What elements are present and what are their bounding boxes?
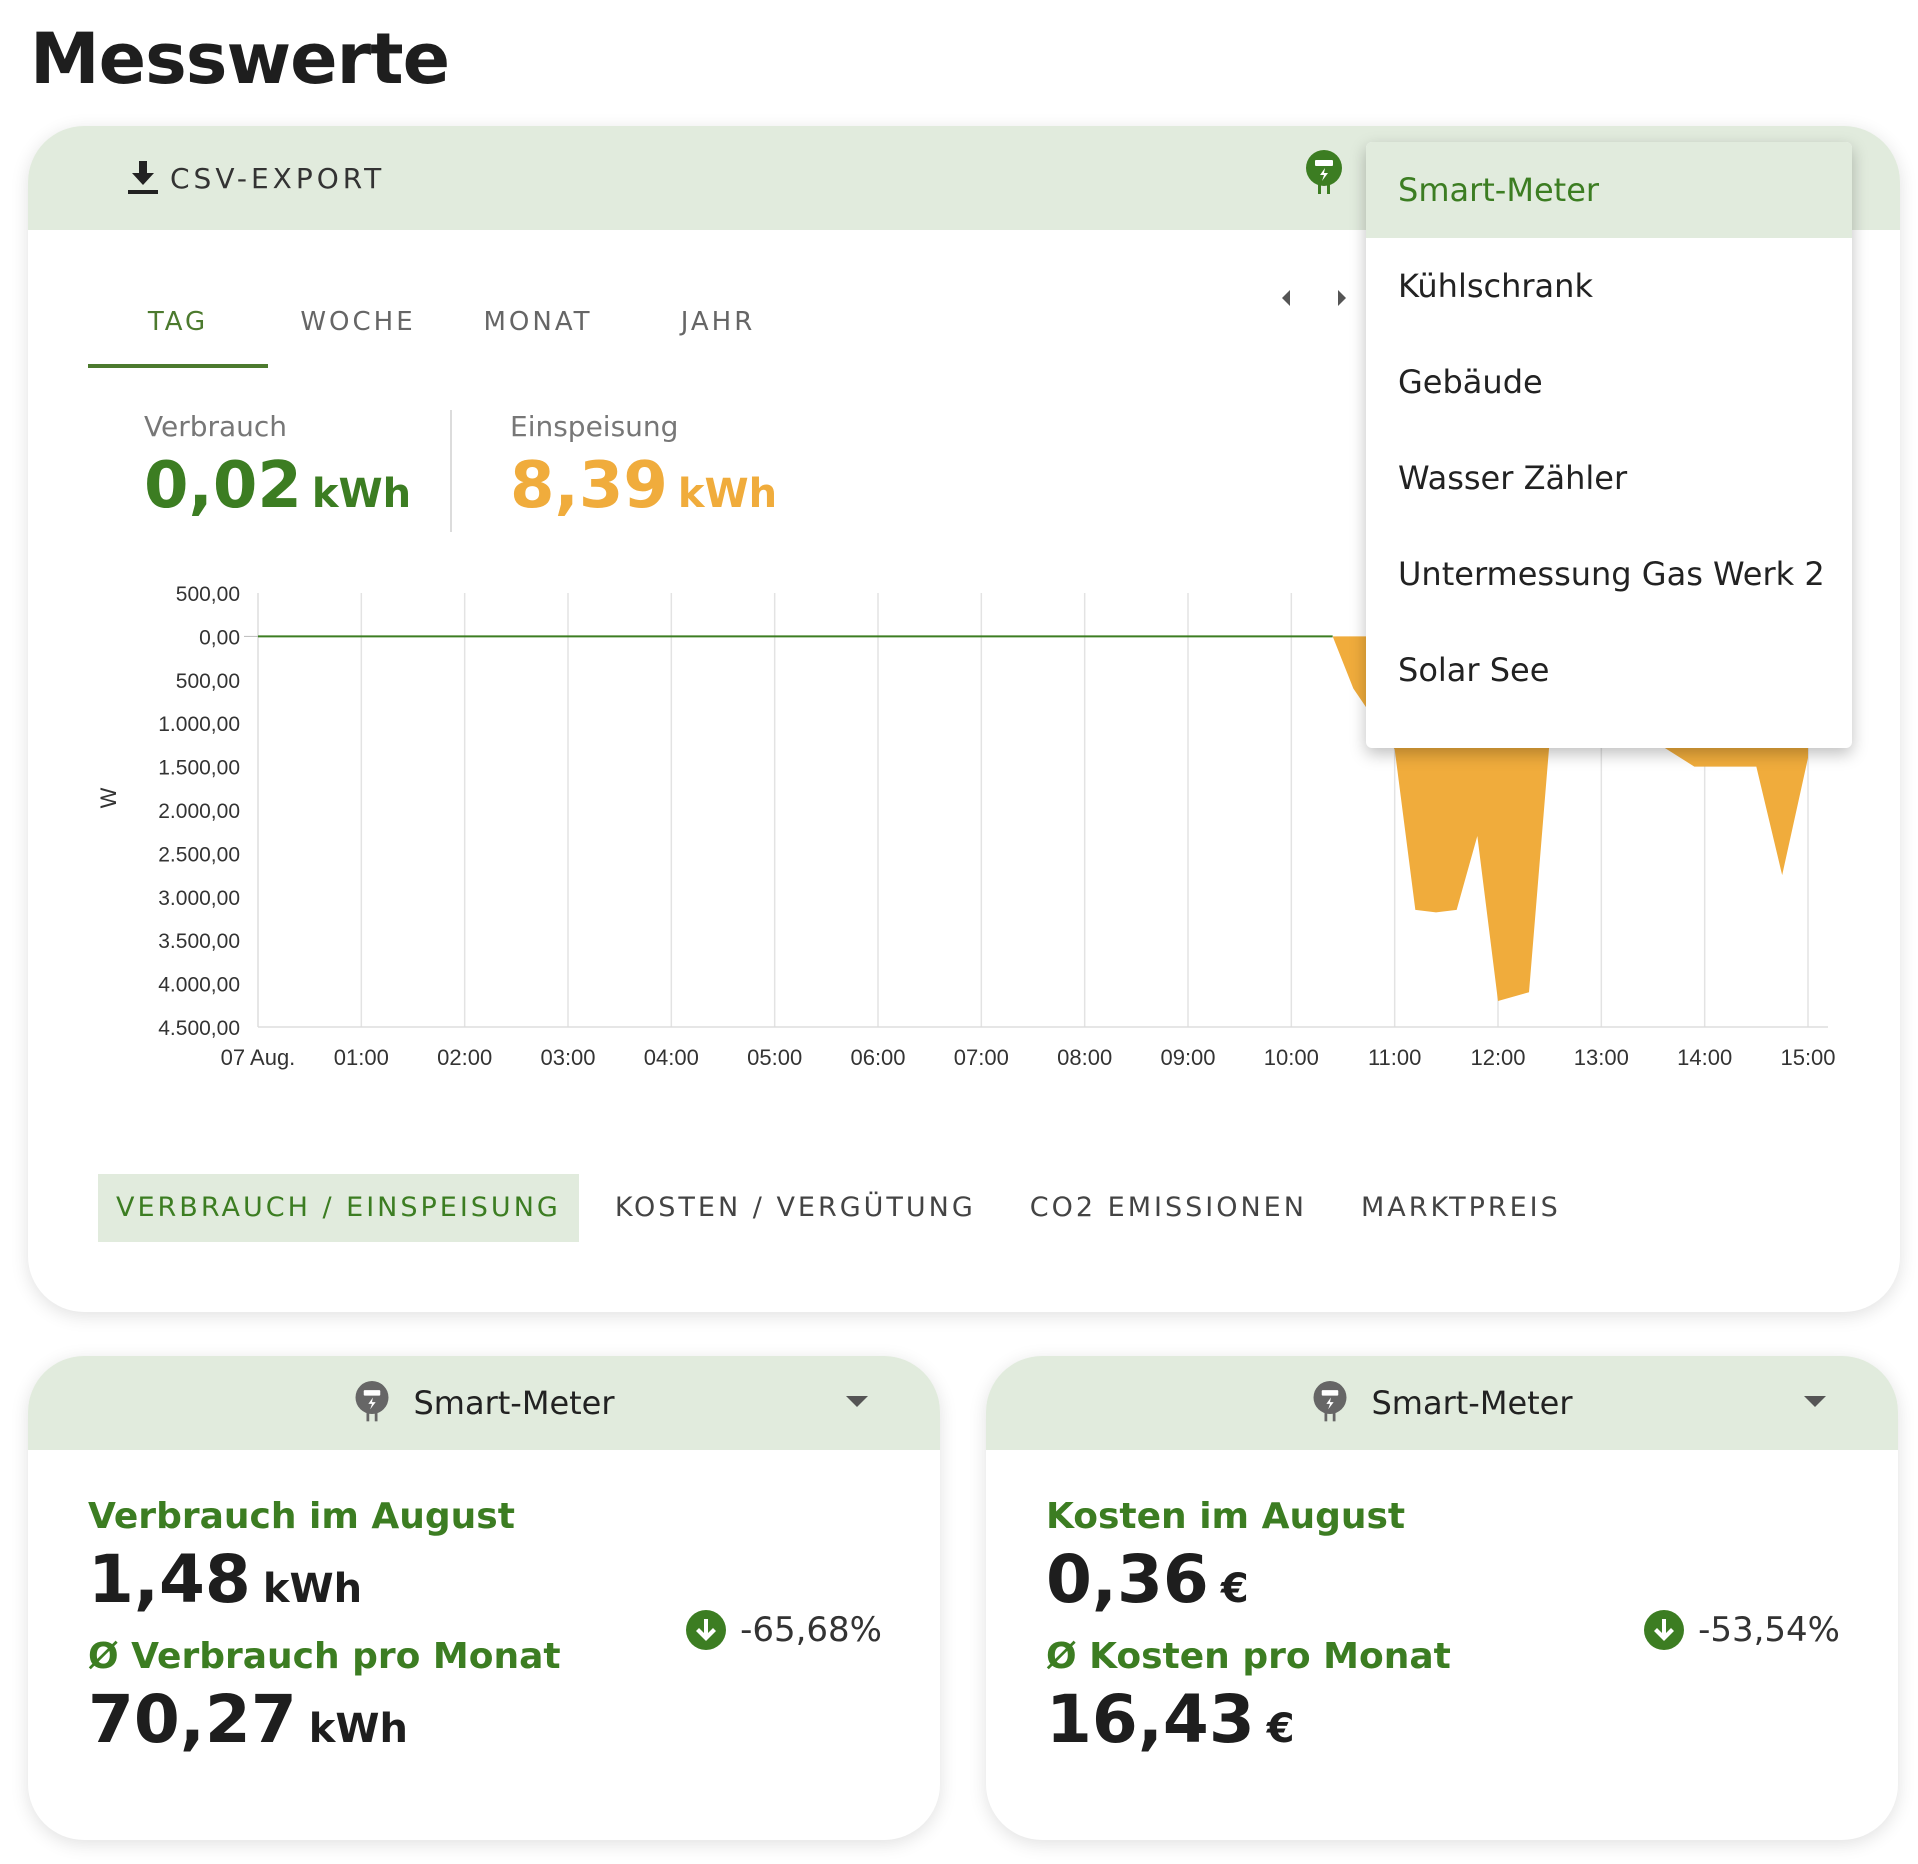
y-tick-label: 2.000,00: [158, 800, 240, 823]
costs-change: -53,54%: [1644, 1610, 1840, 1650]
meter-select-label: Smart-Meter: [413, 1384, 615, 1422]
x-tick-label: 04:00: [644, 1045, 699, 1070]
y-tick-label: 3.000,00: [158, 887, 240, 910]
csv-export-label: CSV-EXPORT: [170, 161, 386, 195]
costs-summary-card: Smart-Meter Kosten im August 0,36 € Ø Kos…: [986, 1356, 1898, 1840]
y-tick-label: 500,00: [176, 670, 240, 693]
costs-summary: Kosten im August 0,36 € Ø Kosten pro Mona…: [1046, 1496, 1451, 1776]
avg-costs-label: Ø Kosten pro Monat: [1046, 1636, 1451, 1677]
feed-in-unit: kWh: [677, 471, 778, 517]
consumption-change-value: -65,68%: [740, 1610, 882, 1650]
x-tick-label: 08:00: [1057, 1045, 1112, 1070]
x-tick-label: 01:00: [334, 1045, 389, 1070]
x-tick-label: 15:00: [1780, 1045, 1835, 1070]
arrow-down-circle-icon: [1644, 1610, 1685, 1650]
meter-select[interactable]: Smart-Meter: [28, 1356, 940, 1450]
meter-icon: [355, 1381, 389, 1422]
x-tick-label: 07 Aug.: [221, 1045, 296, 1070]
chevron-down-icon: [846, 1396, 868, 1407]
y-tick-label: 4.500,00: [158, 1017, 240, 1040]
tab-costs-compensation[interactable]: KOSTEN / VERGÜTUNG: [597, 1174, 994, 1242]
menu-item-fridge[interactable]: Kühlschrank: [1366, 238, 1852, 334]
period-navigation: [1274, 286, 1354, 310]
menu-item-water-meter[interactable]: Wasser Zähler: [1366, 430, 1852, 526]
y-tick-label: 1.500,00: [158, 757, 240, 780]
x-tick-label: 14:00: [1677, 1045, 1732, 1070]
csv-export-button[interactable]: CSV-EXPORT: [128, 156, 385, 200]
menu-item-smart-meter[interactable]: Smart-Meter: [1366, 142, 1852, 238]
avg-consumption-unit: kWh: [308, 1706, 408, 1752]
x-tick-label: 06:00: [850, 1045, 905, 1070]
consumption-value: 0,02: [144, 449, 302, 523]
arrow-down-circle-icon: [686, 1610, 727, 1650]
meter-select[interactable]: Smart-Meter: [986, 1356, 1898, 1450]
tab-co2-emissions[interactable]: CO2 EMISSIONEN: [1012, 1174, 1325, 1242]
y-tick-label: 0,00: [199, 626, 240, 649]
x-tick-label: 11:00: [1368, 1045, 1421, 1070]
y-tick-label: 3.500,00: [158, 930, 240, 953]
chevron-left-icon: [1282, 290, 1290, 306]
feed-in-value: 8,39: [510, 449, 668, 523]
meter-dropdown-menu: Smart-Meter Kühlschrank Gebäude Wasser Z…: [1366, 142, 1852, 748]
consumption-month-value: 1,48: [88, 1541, 251, 1618]
chevron-down-icon: [1804, 1396, 1826, 1407]
y-tick-label: 2.500,00: [158, 843, 240, 866]
previous-period-button[interactable]: [1274, 286, 1298, 310]
download-icon: [128, 161, 158, 194]
stat-divider: [450, 410, 452, 532]
x-axis: 07 Aug. 01:00 02:00 03:00 04:00 05:00 06:00 07:…: [221, 1045, 1836, 1070]
tab-market-price[interactable]: MARKTPREIS: [1343, 1174, 1579, 1242]
x-tick-label: 05:00: [747, 1045, 802, 1070]
consumption-stat: Verbrauch 0,02 kWh: [144, 410, 411, 523]
costs-month-value: 0,36: [1046, 1541, 1209, 1618]
y-tick-label: 500,00: [176, 583, 240, 606]
metric-tabs: VERBRAUCH / EINSPEISUNG KOSTEN / VERGÜTU…: [98, 1174, 1597, 1242]
consumption-summary: Verbrauch im August 1,48 kWh Ø Verbrauch …: [88, 1496, 561, 1776]
chevron-right-icon: [1338, 290, 1346, 306]
avg-consumption-label: Ø Verbrauch pro Monat: [88, 1636, 561, 1677]
consumption-month-label: Verbrauch im August: [88, 1496, 515, 1537]
consumption-unit: kWh: [311, 471, 412, 517]
consumption-summary-card: Smart-Meter Verbrauch im August 1,48 kWh …: [28, 1356, 940, 1840]
meter-icon[interactable]: [1304, 150, 1344, 198]
page-title: Messwerte: [30, 18, 450, 100]
costs-month-unit: €: [1220, 1566, 1249, 1612]
x-tick-label: 12:00: [1470, 1045, 1525, 1070]
avg-costs-unit: €: [1266, 1706, 1295, 1752]
tab-day[interactable]: TAG: [88, 286, 268, 368]
tab-month[interactable]: MONAT: [448, 286, 628, 368]
tab-year[interactable]: JAHR: [628, 286, 808, 368]
menu-item-gas-submeter[interactable]: Untermessung Gas Werk 2: [1366, 526, 1852, 622]
next-period-button[interactable]: [1330, 286, 1354, 310]
consumption-label: Verbrauch: [144, 410, 288, 443]
consumption-change: -65,68%: [686, 1610, 882, 1650]
tab-week[interactable]: WOCHE: [268, 286, 448, 368]
x-tick-label: 10:00: [1264, 1045, 1319, 1070]
y-axis: 500,00 0,00 500,00 1.000,00 1.500,00 2.000,00…: [158, 583, 258, 1040]
x-tick-label: 07:00: [954, 1045, 1009, 1070]
period-tabs: TAG WOCHE MONAT JAHR: [88, 286, 808, 368]
y-tick-label: 1.000,00: [158, 713, 240, 736]
y-axis-title: W: [96, 787, 121, 808]
menu-item-building[interactable]: Gebäude: [1366, 334, 1852, 430]
x-tick-label: 03:00: [540, 1045, 595, 1070]
costs-month-label: Kosten im August: [1046, 1496, 1406, 1537]
meter-icon: [1313, 1381, 1347, 1422]
avg-costs-value: 16,43: [1046, 1681, 1255, 1758]
consumption-month-unit: kWh: [262, 1566, 363, 1612]
x-tick-label: 13:00: [1574, 1045, 1629, 1070]
menu-item-solar-lake[interactable]: Solar See: [1366, 622, 1852, 718]
y-tick-label: 4.000,00: [158, 974, 240, 997]
feed-in-stat: Einspeisung 8,39 kWh: [510, 410, 777, 523]
x-tick-label: 09:00: [1160, 1045, 1215, 1070]
meter-select-label: Smart-Meter: [1371, 1384, 1573, 1422]
costs-change-value: -53,54%: [1698, 1610, 1840, 1650]
x-tick-label: 02:00: [437, 1045, 492, 1070]
feed-in-label: Einspeisung: [510, 410, 679, 443]
tab-consumption-feed-in[interactable]: VERBRAUCH / EINSPEISUNG: [98, 1174, 579, 1242]
avg-consumption-value: 70,27: [88, 1681, 297, 1758]
